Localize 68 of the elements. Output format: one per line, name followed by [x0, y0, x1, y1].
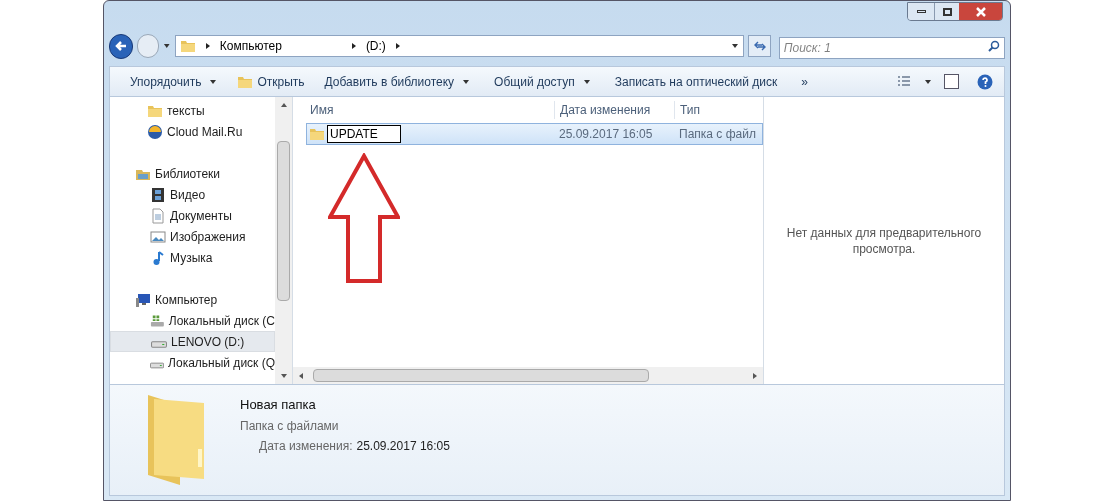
caret-icon	[209, 77, 218, 86]
caret-icon	[462, 77, 471, 86]
scroll-left-icon	[297, 371, 305, 380]
refresh-icon	[753, 40, 766, 52]
drive-icon	[151, 341, 167, 348]
caret-icon	[163, 42, 171, 50]
nav-item[interactable]: Локальный диск (C	[110, 310, 275, 331]
computer-icon	[135, 291, 151, 308]
column-header[interactable]: Дата изменения	[554, 101, 674, 119]
breadcrumb[interactable]: (D:)	[365, 37, 386, 55]
system-drive-icon	[150, 312, 165, 329]
date-label: Дата изменения:	[259, 437, 353, 455]
nav-item[interactable]: Cloud Mail.Ru	[110, 121, 275, 142]
column-header[interactable]: Имя	[293, 101, 554, 119]
nav-item[interactable]: Изображения	[110, 226, 275, 247]
cloud-logo-icon	[147, 123, 163, 140]
scroll-right-icon	[751, 371, 759, 380]
open-button[interactable]: Открыть	[229, 67, 313, 96]
help-icon	[977, 73, 993, 90]
file-row[interactable]: UPDATE 25.09.2017 16:05 Папка с файл	[306, 123, 763, 145]
nav-item[interactable]: Видео	[110, 184, 275, 205]
preview-message: Нет данных для предварительного просмотра.	[785, 224, 983, 257]
toolbar-button[interactable]: Записать на оптический диск	[602, 67, 790, 96]
scroll-up-icon	[279, 101, 288, 109]
folder-icon	[309, 126, 325, 142]
nav-group-header[interactable]: Компьютер	[110, 289, 275, 310]
nav-group-header[interactable]: Библиотеки	[110, 163, 275, 184]
toolbar-button[interactable]: »	[789, 67, 820, 96]
caret-icon	[582, 77, 591, 86]
toolbar-menu-button[interactable]: Упорядочить	[118, 67, 230, 96]
nav-item[interactable]: Музыка	[110, 247, 275, 268]
film-icon	[150, 186, 166, 203]
scroll-down-icon	[279, 372, 288, 380]
minimize-button[interactable]	[908, 3, 934, 20]
document-icon	[150, 207, 166, 224]
toolbar-menu-button[interactable]: Добавить в библиотеку	[312, 67, 483, 96]
vertical-scrollbar[interactable]	[275, 97, 292, 384]
chevron-icon	[203, 42, 212, 50]
maximize-button[interactable]	[934, 3, 959, 20]
address-bar[interactable]: Компьютер (D:)	[174, 35, 745, 57]
toolbar-menu-button[interactable]: Общий доступ	[482, 67, 603, 96]
nav-item[interactable]: Документы	[110, 205, 275, 226]
folder-icon	[179, 38, 196, 54]
search-field[interactable]: Поиск: 1	[778, 37, 1006, 59]
drive-icon	[150, 362, 165, 369]
back-button[interactable]	[109, 33, 133, 59]
selected-item-type: Папка с файлами	[240, 417, 340, 435]
date-cell-text: 25.09.2017 16:05	[558, 126, 654, 143]
type-cell-text: Папка с файл	[678, 126, 757, 143]
nav-item[interactable]: LENOVO (D:)	[110, 331, 275, 352]
selected-item-name: Новая папка	[240, 396, 317, 414]
nav-item[interactable]: Локальный диск (Q	[110, 352, 275, 373]
back-arrow-icon	[114, 40, 127, 52]
column-header[interactable]: Тип	[674, 101, 763, 119]
close-button[interactable]	[959, 3, 1002, 20]
breadcrumb[interactable]: Компьютер	[219, 37, 282, 55]
close-icon	[974, 5, 987, 18]
nav-item[interactable]: тексты	[110, 100, 275, 121]
refresh-button[interactable]	[748, 35, 771, 57]
caret-icon	[731, 42, 740, 50]
horizontal-scrollbar[interactable]	[293, 367, 763, 384]
date-value: 25.09.2017 16:05	[356, 437, 450, 455]
caret-icon	[924, 77, 932, 86]
chevron-icon	[393, 42, 402, 50]
rename-field[interactable]: UPDATE	[327, 125, 401, 143]
image-icon	[150, 228, 166, 245]
chevron-icon	[349, 42, 358, 50]
search-icon	[988, 40, 1001, 52]
